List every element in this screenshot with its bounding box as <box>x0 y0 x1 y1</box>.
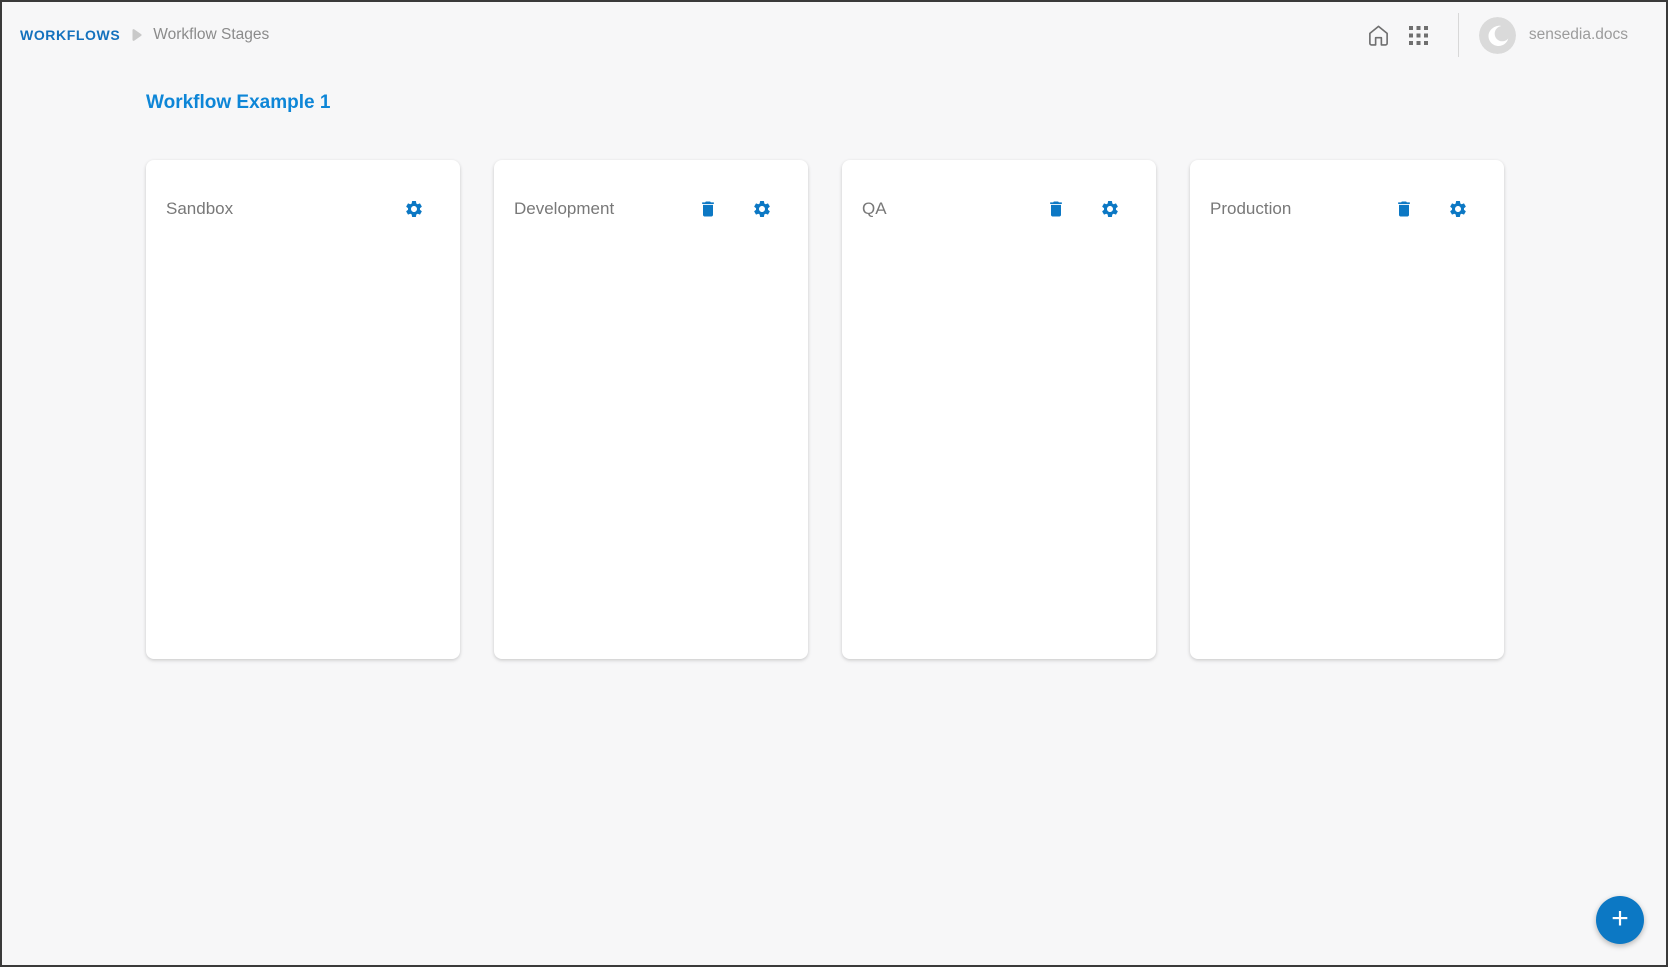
delete-stage-button[interactable] <box>1046 199 1066 219</box>
stage-card-actions <box>1046 199 1120 219</box>
breadcrumb-root-link[interactable]: WORKFLOWS <box>20 27 120 43</box>
stage-card: QA <box>842 160 1156 659</box>
gear-icon <box>752 199 772 219</box>
stage-name: Production <box>1210 199 1292 218</box>
stage-card-actions <box>1394 199 1468 219</box>
stage-card-actions <box>698 199 772 219</box>
stage-card-header: Development <box>494 160 808 219</box>
apps-grid-icon <box>1408 25 1429 46</box>
stage-card: Development <box>494 160 808 659</box>
stage-card-actions <box>404 199 424 219</box>
home-button[interactable] <box>1364 21 1393 50</box>
trash-icon <box>698 199 718 219</box>
stage-card: Sandbox <box>146 160 460 659</box>
stage-name: QA <box>862 199 887 218</box>
stage-settings-button[interactable] <box>752 199 772 219</box>
stage-card: Production <box>1190 160 1504 659</box>
apps-grid-button[interactable] <box>1405 22 1432 49</box>
gear-icon <box>1100 199 1120 219</box>
stage-name: Sandbox <box>166 199 234 218</box>
stage-settings-button[interactable] <box>404 199 424 219</box>
breadcrumb-separator-icon <box>131 29 142 41</box>
stage-list: Sandbox Development QA Production <box>146 160 1666 659</box>
home-icon <box>1367 24 1390 47</box>
stage-card-header: QA <box>842 160 1156 219</box>
gear-icon <box>404 199 424 219</box>
plus-icon: + <box>1611 902 1629 935</box>
stage-card-header: Sandbox <box>146 160 460 219</box>
header-divider <box>1457 13 1459 57</box>
stage-settings-button[interactable] <box>1100 199 1120 219</box>
breadcrumb-current: Workflow Stages <box>153 26 270 43</box>
stage-name: Development <box>514 199 615 218</box>
trash-icon <box>1394 199 1414 219</box>
gear-icon <box>1448 199 1468 219</box>
account-menu[interactable]: sensedia.docs <box>1478 16 1628 54</box>
top-bar: WORKFLOWS Workflow Stages sensedia.docs <box>2 2 1666 68</box>
app-window: WORKFLOWS Workflow Stages sensedia.docs … <box>0 0 1668 967</box>
trash-icon <box>1046 199 1066 219</box>
page-title: Workflow Example 1 <box>146 92 331 113</box>
sensedia-logo-icon <box>1478 16 1516 54</box>
account-name: sensedia.docs <box>1528 26 1628 43</box>
add-stage-fab[interactable]: + <box>1596 896 1644 944</box>
delete-stage-button[interactable] <box>698 199 718 219</box>
top-bar-actions: sensedia.docs <box>1364 13 1628 57</box>
breadcrumb: WORKFLOWS Workflow Stages <box>20 26 269 44</box>
content-area: Workflow Example 1 Sandbox Development Q… <box>2 68 1666 659</box>
delete-stage-button[interactable] <box>1394 199 1414 219</box>
stage-card-header: Production <box>1190 160 1504 219</box>
stage-settings-button[interactable] <box>1448 199 1468 219</box>
